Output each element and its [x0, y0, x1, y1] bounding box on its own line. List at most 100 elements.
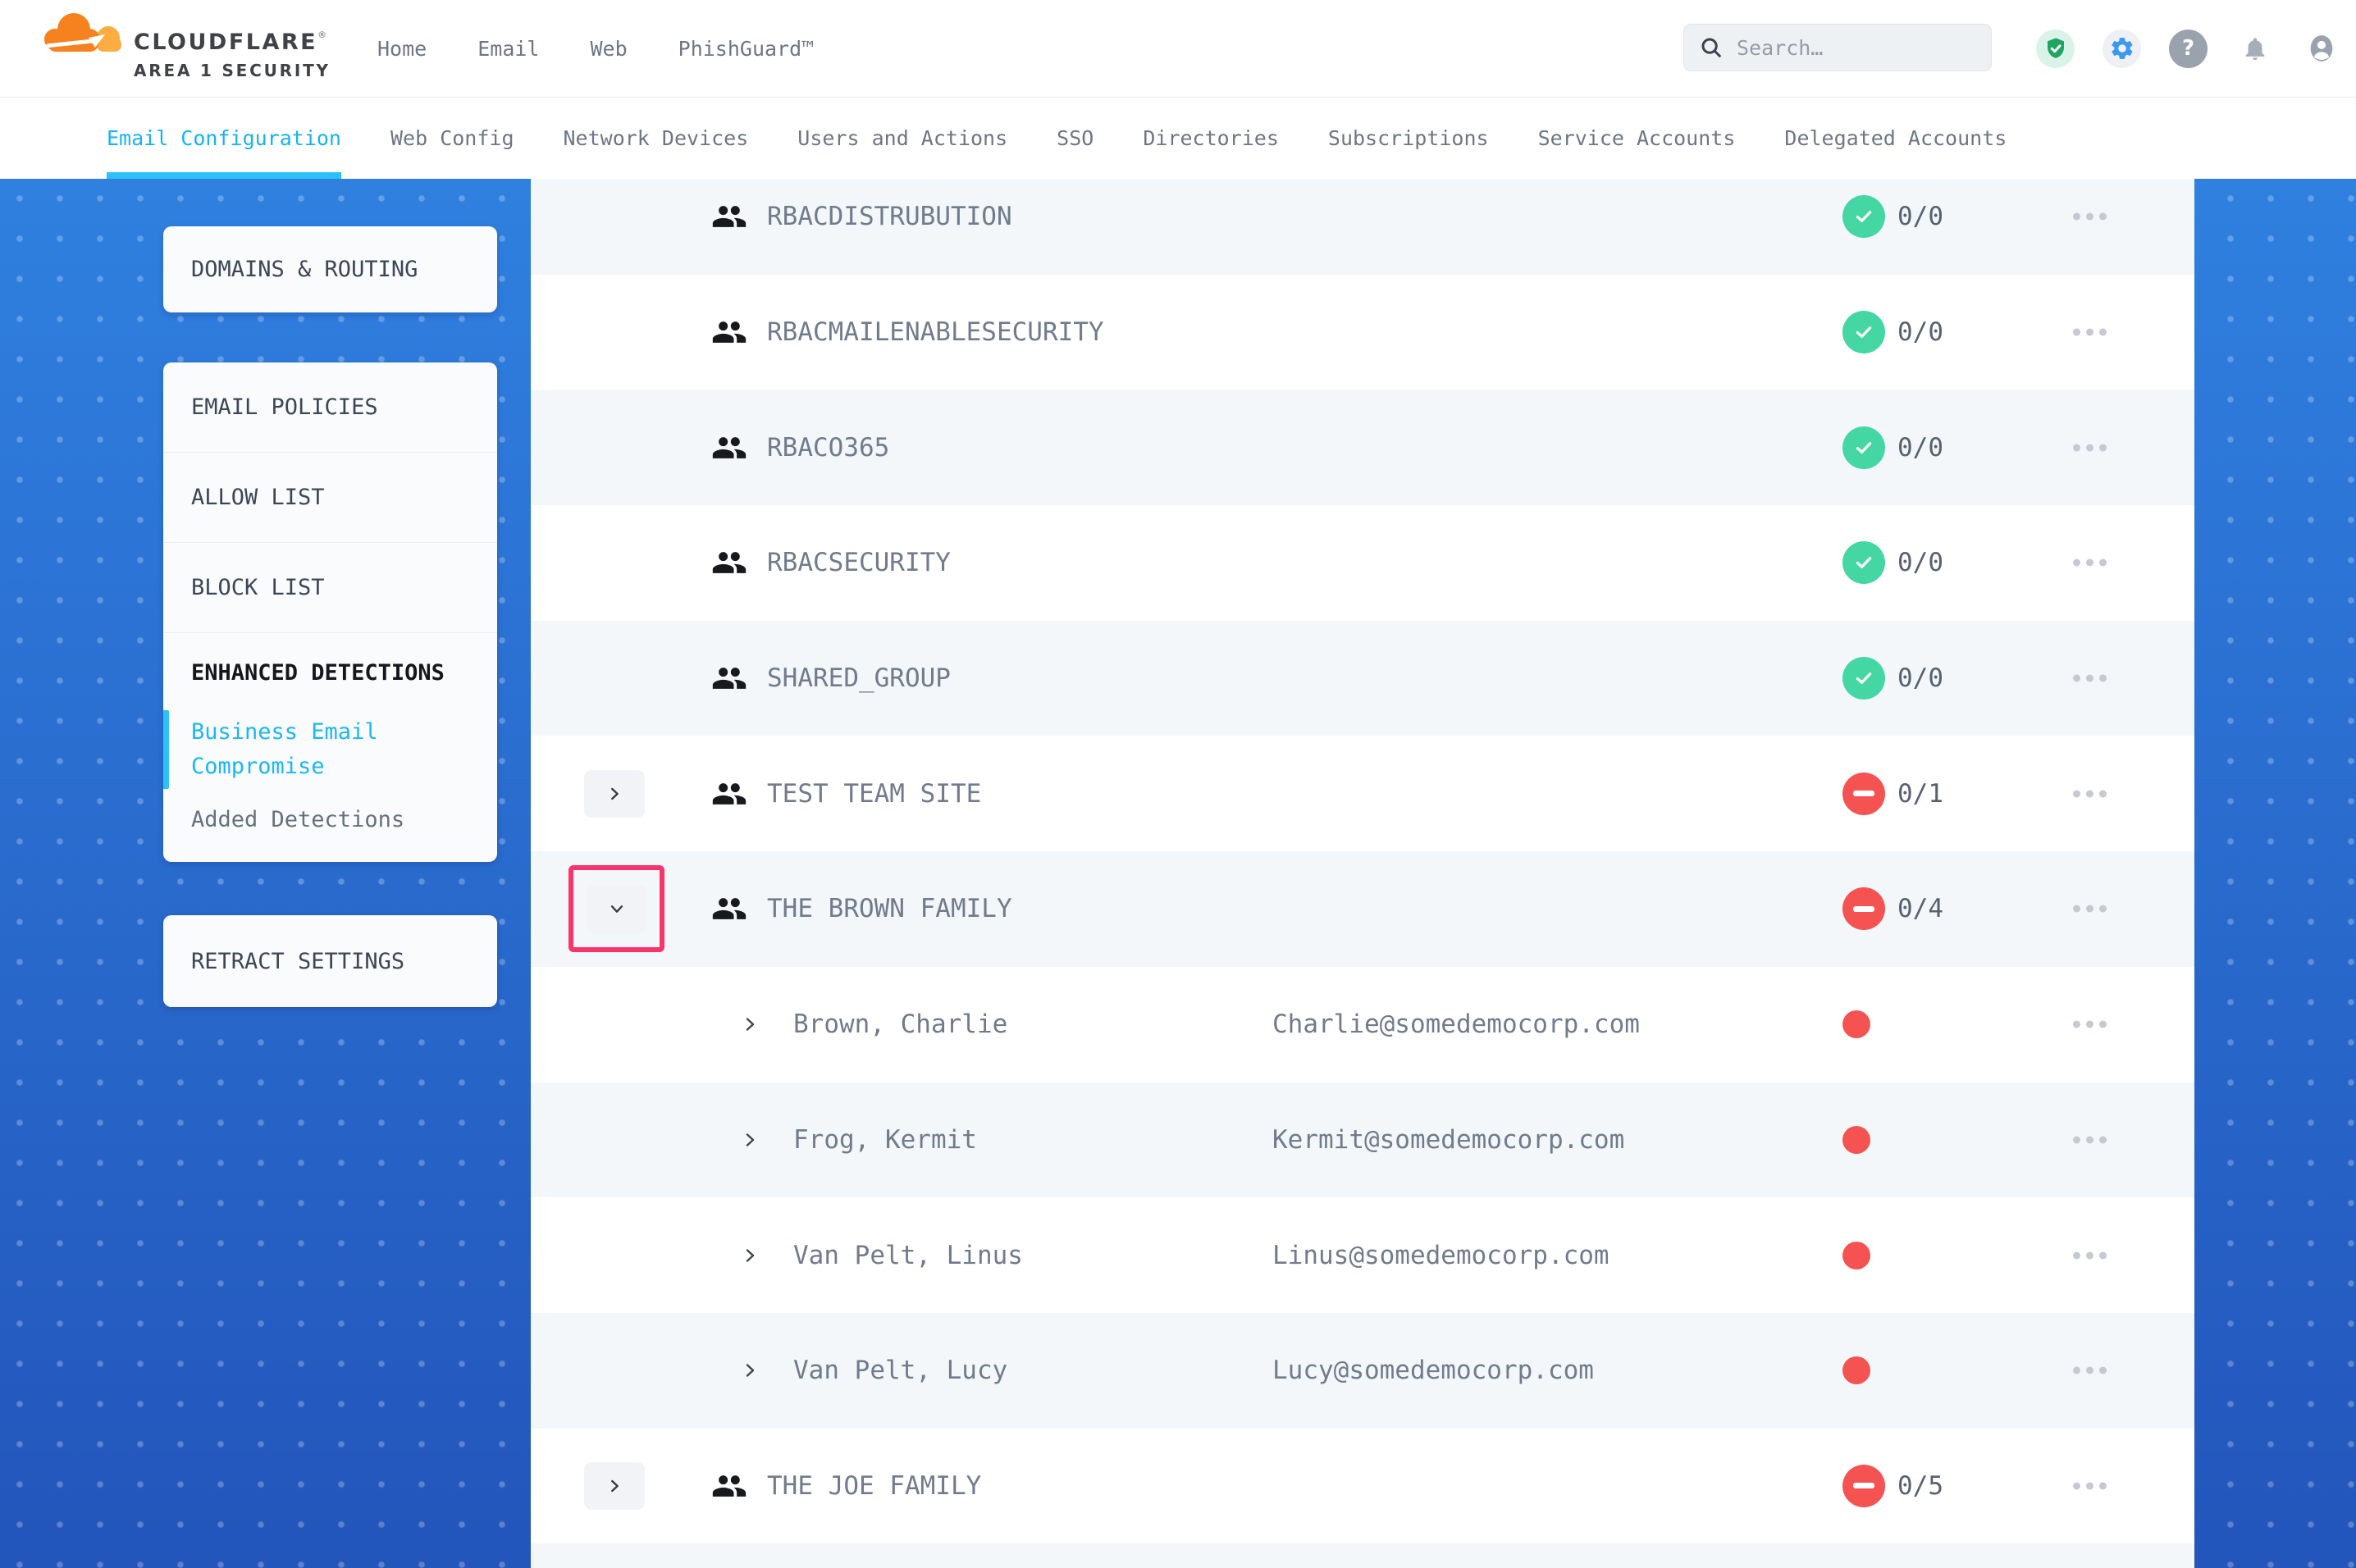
more-actions-button[interactable]: [2073, 1367, 2107, 1374]
sidebar-item-retract-settings[interactable]: RETRACT SETTINGS: [163, 915, 497, 1007]
status-count: 0/0: [1897, 202, 1943, 231]
sidebar-item-allow-list[interactable]: ALLOW LIST: [163, 453, 497, 543]
expand-row-button[interactable]: [584, 1462, 645, 1510]
group-name: RBACSECURITY: [767, 548, 951, 577]
more-actions-button[interactable]: [2073, 790, 2107, 797]
table-row-member[interactable]: Brown, Charlie Charlie@somedemocorp.com: [531, 967, 2194, 1083]
table-row-group[interactable]: RBACDISTRUBUTION 0/0: [531, 179, 2194, 275]
sidebar-item-added-detections[interactable]: Added Detections: [163, 807, 497, 832]
help-icon[interactable]: ?: [2169, 30, 2208, 68]
search-input[interactable]: [1735, 35, 1984, 61]
group-icon: [711, 1468, 747, 1504]
group-name: RBACDISTRUBUTION: [767, 202, 1012, 231]
group-name: RBACMAILENABLESECURITY: [767, 317, 1104, 347]
table-row-member[interactable]: Van Pelt, Lucy Lucy@somedemocorp.com: [531, 1313, 2194, 1429]
more-actions-button[interactable]: [2073, 675, 2107, 682]
nav-item-home[interactable]: Home: [377, 37, 427, 61]
status-dot-blocked: [1842, 1010, 1870, 1038]
more-actions-button[interactable]: [2073, 329, 2107, 336]
user-avatar-icon[interactable]: [2302, 30, 2340, 68]
status-dot-blocked: [1842, 1242, 1870, 1269]
tab-users-and-actions[interactable]: Users and Actions: [797, 98, 1007, 179]
sidebar-label: BLOCK LIST: [191, 575, 325, 600]
toolbar-icons: ?: [2036, 0, 2340, 97]
member-email: Linus@somedemocorp.com: [1272, 1241, 1609, 1270]
sidebar-label: RETRACT SETTINGS: [191, 949, 404, 974]
sidebar-label: ALLOW LIST: [191, 485, 325, 510]
tab-web-config[interactable]: Web Config: [390, 98, 514, 179]
highlight-annotation-box: [568, 865, 664, 952]
more-actions-button[interactable]: [2073, 559, 2107, 567]
status-count: 0/0: [1897, 663, 1943, 693]
groups-table-panel: RBACDISTRUBUTION 0/0 RBACMAILENABLESECUR…: [531, 179, 2194, 1568]
more-actions-button[interactable]: [2073, 905, 2107, 913]
tab-service-accounts[interactable]: Service Accounts: [1538, 98, 1736, 179]
status-badge-blocked: [1842, 1465, 1885, 1507]
status-badge-blocked: [1842, 887, 1885, 930]
tab-directories[interactable]: Directories: [1143, 98, 1279, 179]
chevron-right-icon[interactable]: [740, 1130, 760, 1150]
tab-delegated-accounts[interactable]: Delegated Accounts: [1784, 98, 2007, 179]
collapse-row-button[interactable]: [587, 885, 647, 932]
help-glyph: ?: [2182, 36, 2194, 61]
group-icon: [711, 545, 747, 581]
expand-row-button[interactable]: [584, 770, 645, 818]
notifications-bell-icon[interactable]: [2235, 30, 2274, 68]
status-count: 0/0: [1897, 433, 1943, 463]
registered-mark: ®: [317, 30, 329, 40]
settings-gear-icon[interactable]: [2103, 30, 2141, 68]
group-name: RBACO365: [767, 433, 889, 463]
table-row-group[interactable]: RBACMAILENABLESECURITY 0/0: [531, 275, 2194, 390]
nav-item-phishguard[interactable]: PhishGuard™: [678, 37, 815, 61]
table-row-clipped: [531, 1543, 2194, 1568]
group-name: THE BROWN FAMILY: [767, 894, 1012, 923]
sidebar-item-email-policies[interactable]: EMAIL POLICIES: [163, 362, 497, 453]
table-row-group[interactable]: THE JOE FAMILY 0/5: [531, 1429, 2194, 1544]
member-name: Van Pelt, Lucy: [793, 1356, 1007, 1385]
table-row-group[interactable]: RBACSECURITY 0/0: [531, 505, 2194, 621]
tab-network-devices[interactable]: Network Devices: [564, 98, 749, 179]
table-row-member[interactable]: Frog, Kermit Kermit@somedemocorp.com: [531, 1083, 2194, 1198]
nav-item-web[interactable]: Web: [590, 37, 627, 61]
table-row-group[interactable]: TEST TEAM SITE 0/1: [531, 736, 2194, 851]
enhanced-detections-heading: ENHANCED DETECTIONS: [163, 656, 497, 691]
more-actions-button[interactable]: [2073, 1021, 2107, 1028]
more-actions-button[interactable]: [2073, 1482, 2107, 1489]
tab-email-configuration[interactable]: Email Configuration: [107, 98, 341, 179]
page: CLOUDFLARE® AREA 1 SECURITY Home Email W…: [0, 0, 2356, 1568]
more-actions-button[interactable]: [2073, 1136, 2107, 1143]
sidebar-item-domains-routing[interactable]: DOMAINS & ROUTING: [163, 226, 497, 312]
security-shield-icon[interactable]: [2036, 30, 2075, 68]
table-row-group[interactable]: SHARED_GROUP 0/0: [531, 621, 2194, 736]
chevron-right-icon[interactable]: [740, 1014, 760, 1034]
chevron-right-icon[interactable]: [740, 1361, 760, 1380]
status-dot-blocked: [1842, 1126, 1870, 1154]
tab-subscriptions[interactable]: Subscriptions: [1328, 98, 1489, 179]
member-name: Frog, Kermit: [793, 1125, 977, 1155]
table-row-member[interactable]: Van Pelt, Linus Linus@somedemocorp.com: [531, 1197, 2194, 1313]
nav-item-email[interactable]: Email: [477, 37, 539, 61]
table-row-group[interactable]: THE BROWN FAMILY 0/4: [531, 851, 2194, 967]
group-icon: [711, 891, 747, 927]
more-actions-button[interactable]: [2073, 444, 2107, 451]
group-icon: [711, 776, 747, 812]
group-icon: [711, 660, 747, 696]
cloudflare-cloud-icon: [41, 10, 127, 57]
chevron-right-icon[interactable]: [740, 1246, 760, 1265]
more-actions-button[interactable]: [2073, 1251, 2107, 1259]
status-count: 0/4: [1897, 894, 1943, 923]
group-name: SHARED_GROUP: [767, 663, 951, 693]
cloudflare-area1-logo: CLOUDFLARE® AREA 1 SECURITY: [41, 8, 336, 89]
more-actions-button[interactable]: [2073, 213, 2107, 221]
groups-table: RBACDISTRUBUTION 0/0 RBACMAILENABLESECUR…: [531, 179, 2194, 1568]
table-row-group[interactable]: RBACO365 0/0: [531, 390, 2194, 505]
status-count: 0/1: [1897, 779, 1943, 809]
group-icon: [711, 430, 747, 466]
sidebar-item-business-email-compromise[interactable]: Business Email Compromise: [163, 710, 497, 789]
sidebar-email-policies-card: EMAIL POLICIES ALLOW LIST BLOCK LIST ENH…: [163, 362, 497, 862]
search-box[interactable]: [1683, 24, 1992, 71]
sidebar-item-block-list[interactable]: BLOCK LIST: [163, 543, 497, 633]
tab-sso[interactable]: SSO: [1057, 98, 1094, 179]
brand-name: CLOUDFLARE®: [134, 30, 329, 55]
member-name: Brown, Charlie: [793, 1010, 1007, 1039]
